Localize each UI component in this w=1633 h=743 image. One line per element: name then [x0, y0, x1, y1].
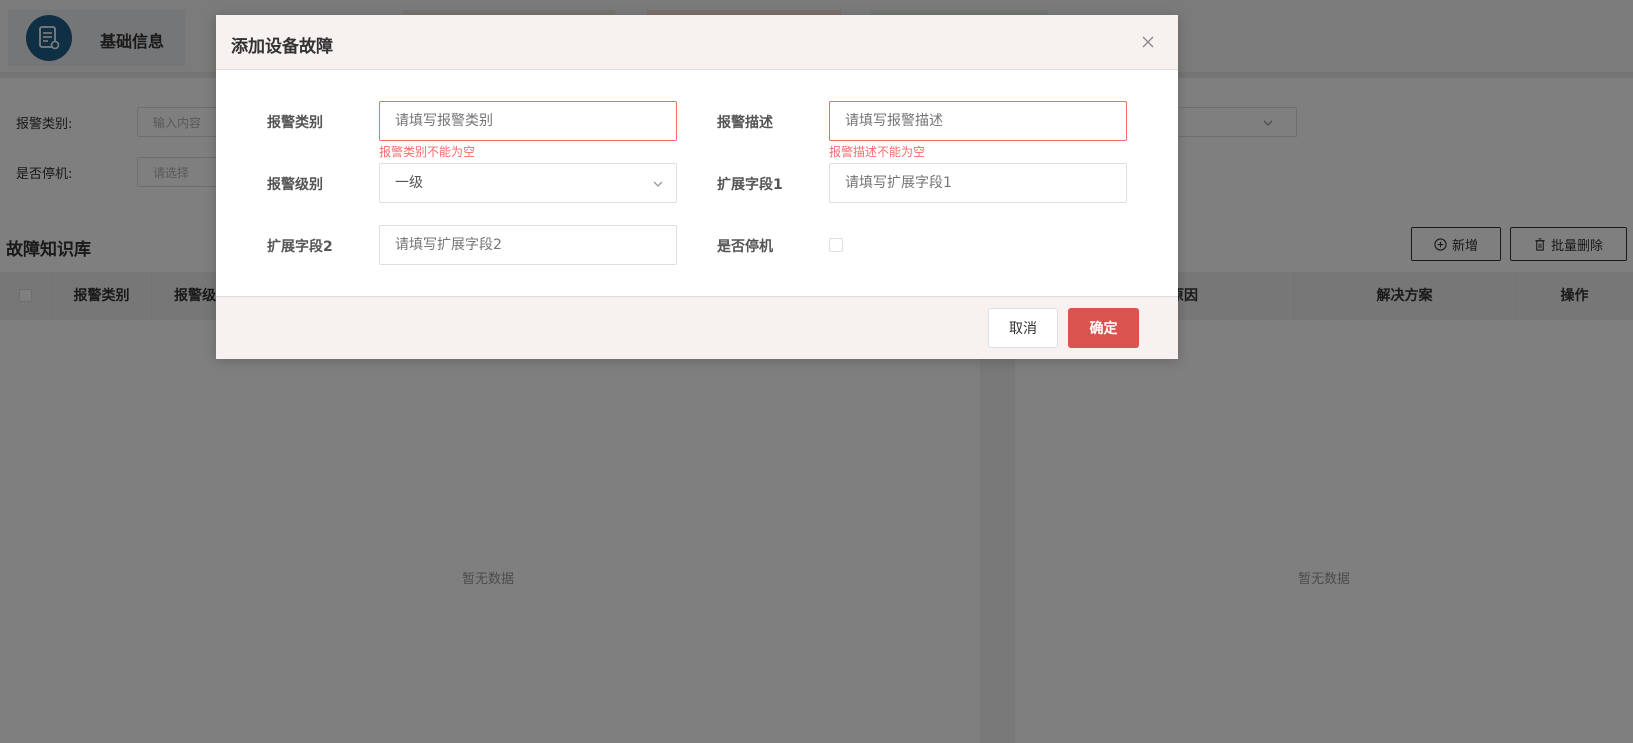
alarm-category-input[interactable] [379, 101, 677, 141]
is-stop-label: 是否停机 [717, 239, 773, 255]
add-fault-dialog: 添加设备故障 报警类别 报警类别不能为空 报警描述 报警描述不能为空 报警级别 … [216, 15, 1178, 359]
alarm-category-error: 报警类别不能为空 [379, 145, 476, 159]
alarm-category-label: 报警类别 [267, 115, 323, 131]
alarm-description-input[interactable] [829, 101, 1127, 141]
alarm-description-error: 报警描述不能为空 [829, 145, 926, 159]
ext-field-2-label: 扩展字段2 [267, 239, 333, 255]
close-icon [1142, 36, 1154, 48]
is-stop-checkbox[interactable] [829, 238, 843, 252]
ext-field-1-label: 扩展字段1 [717, 177, 783, 193]
ext-field-2-input[interactable] [379, 225, 677, 265]
chevron-down-icon [653, 181, 663, 187]
dialog-title: 添加设备故障 [231, 37, 333, 57]
alarm-level-label: 报警级别 [267, 177, 323, 193]
dialog-footer: 取消 确定 [216, 296, 1178, 359]
ext-field-1-input[interactable] [829, 163, 1127, 203]
dialog-header: 添加设备故障 [216, 15, 1178, 70]
alarm-level-select[interactable]: 一级 [379, 163, 677, 203]
cancel-button[interactable]: 取消 [988, 308, 1058, 348]
alarm-level-value: 一级 [395, 175, 423, 191]
confirm-button[interactable]: 确定 [1068, 308, 1139, 348]
alarm-description-label: 报警描述 [717, 115, 773, 131]
close-button[interactable] [1138, 32, 1158, 52]
